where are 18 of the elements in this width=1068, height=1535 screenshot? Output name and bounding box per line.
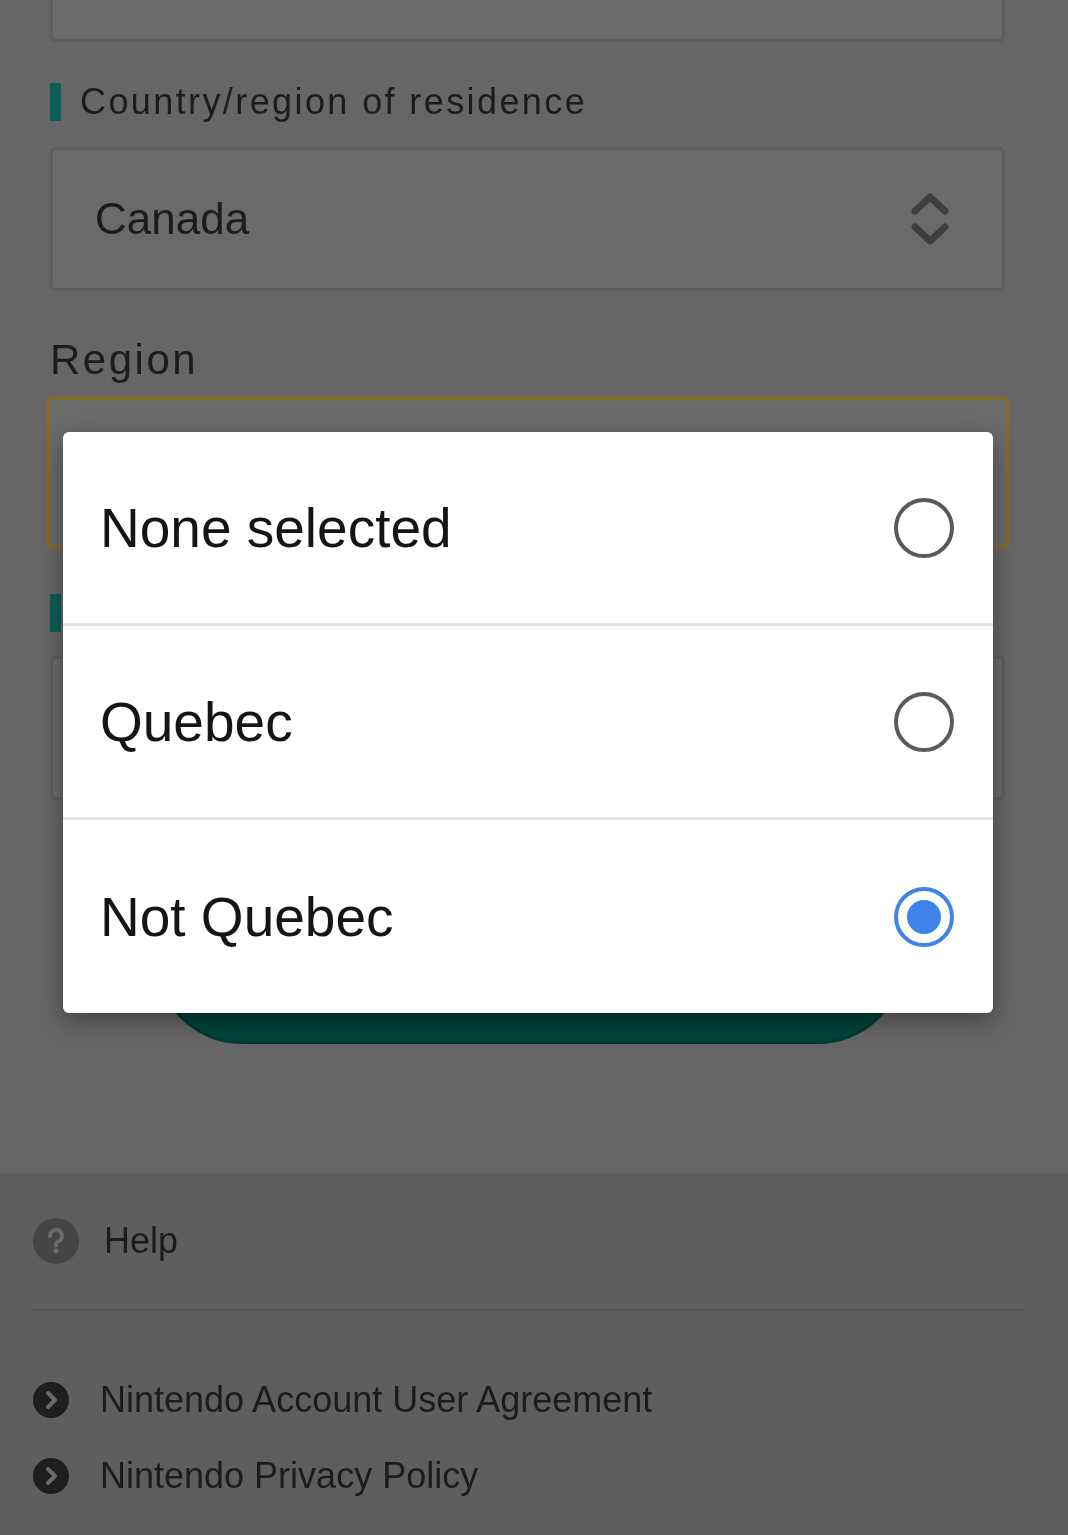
- footer-link[interactable]: Nintendo Account User Agreement: [100, 1379, 653, 1421]
- help-icon: [33, 1218, 79, 1264]
- field-label: Country/region of residence: [80, 81, 588, 123]
- region-option[interactable]: Quebec: [63, 626, 993, 820]
- section-marker: [50, 83, 61, 121]
- chevron-right-icon: [33, 1382, 69, 1418]
- section-marker: [50, 594, 61, 632]
- radio-button[interactable]: [894, 886, 954, 947]
- chevron-right-icon: [33, 1458, 69, 1494]
- region-option[interactable]: Not Quebec: [63, 820, 993, 1013]
- field-label: Region: [50, 335, 200, 385]
- radio-button[interactable]: [894, 497, 954, 558]
- region-option[interactable]: None selected: [63, 432, 993, 626]
- country-select[interactable]: Canada: [50, 147, 1005, 291]
- footer-link[interactable]: Nintendo Privacy Policy: [100, 1455, 479, 1497]
- radio-button[interactable]: [894, 691, 954, 752]
- help-link[interactable]: Help: [104, 1220, 179, 1262]
- up-down-chevron-icon: [910, 191, 950, 247]
